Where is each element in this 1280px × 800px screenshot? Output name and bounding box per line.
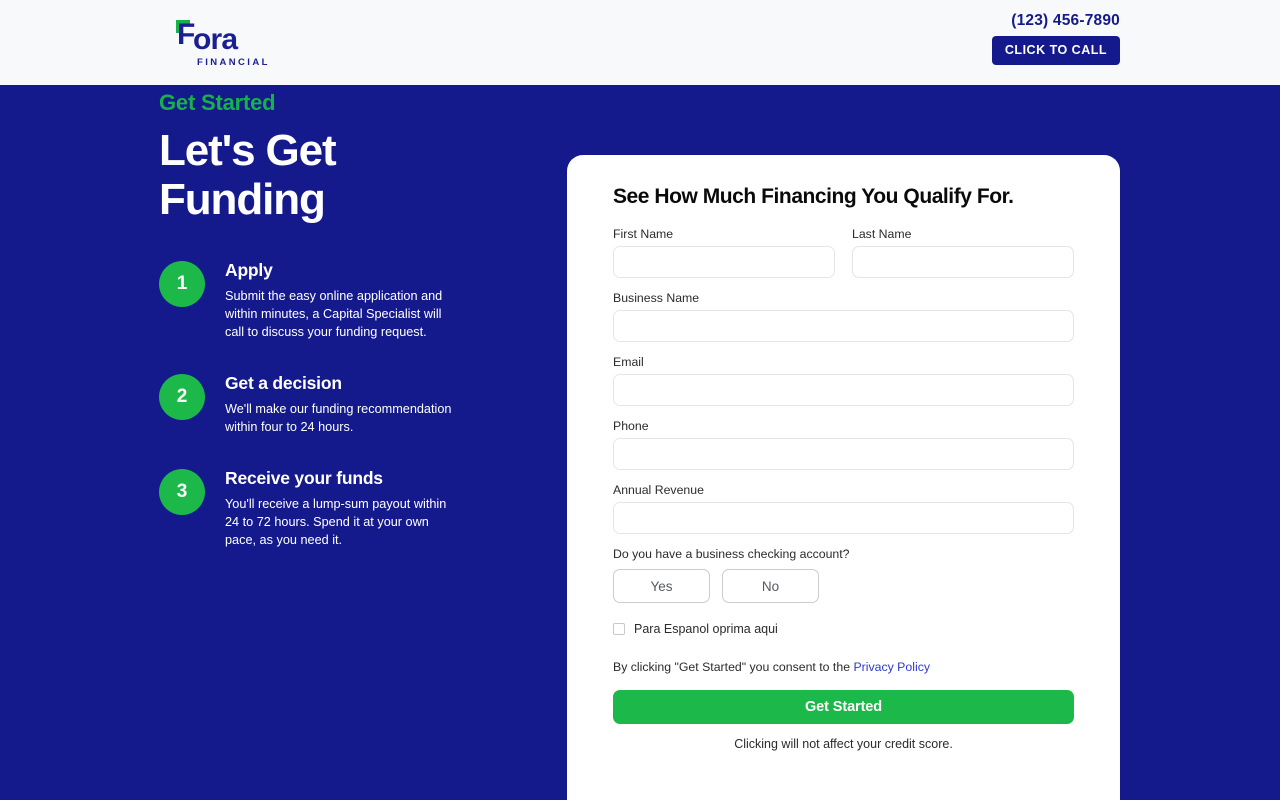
checking-account-yes-button[interactable]: Yes [613, 569, 710, 603]
phone-input[interactable] [613, 438, 1074, 470]
lead-form-card: See How Much Financing You Qualify For. … [567, 155, 1120, 800]
business-name-label: Business Name [613, 291, 700, 305]
consent-text: By clicking "Get Started" you consent to… [613, 660, 1074, 674]
logo-f-container: F [176, 18, 195, 51]
step-description: Submit the easy online application and w… [225, 288, 443, 339]
spanish-checkbox-label: Para Espanol oprima aqui [634, 622, 778, 636]
business-name-input[interactable] [613, 310, 1074, 342]
last-name-label: Last Name [852, 227, 912, 241]
step-title: Receive your funds [225, 467, 383, 488]
step-item: 1 Apply Submit the easy online applicati… [159, 258, 499, 341]
email-input[interactable] [613, 374, 1074, 406]
business-name-group: Business Name [613, 291, 1074, 342]
email-group: Email [613, 355, 1074, 406]
logo-wordmark: F ora [176, 18, 238, 56]
checking-account-no-button[interactable]: No [722, 569, 819, 603]
step-item: 2 Get a decision We'll make our funding … [159, 371, 499, 436]
step-body: Apply Submit the easy online application… [225, 258, 499, 341]
fora-financial-logo[interactable]: F ora FINANCIAL [176, 20, 270, 68]
step-title: Get a decision [225, 372, 342, 393]
credit-score-footnote: Clicking will not affect your credit sco… [734, 737, 953, 751]
checking-account-options: Yes No [613, 569, 1074, 603]
hero-eyebrow: Get Started [159, 90, 276, 115]
site-header: F ora FINANCIAL (123) 456-7890 CLICK TO … [0, 0, 1280, 85]
logo-letter-f: F [177, 18, 195, 51]
first-name-input[interactable] [613, 246, 835, 278]
hero-section: Get Started Let's Get Funding 1 Apply Su… [0, 85, 1280, 800]
name-row: First Name Last Name [613, 227, 1074, 278]
spanish-checkbox-row[interactable]: Para Espanol oprima aqui [613, 622, 1074, 636]
step-number-badge: 1 [159, 260, 205, 307]
privacy-policy-link[interactable]: Privacy Policy [853, 660, 930, 674]
step-body: Get a decision We'll make our funding re… [225, 371, 499, 436]
hero-title: Let's Get Funding [159, 126, 499, 225]
step-description: You'll receive a lump-sum payout within … [225, 496, 447, 547]
header-contact-group: (123) 456-7890 CLICK TO CALL [991, 12, 1120, 65]
checking-account-question: Do you have a business checking account? [613, 547, 850, 561]
step-number-badge: 2 [159, 373, 205, 420]
consent-prefix: By clicking "Get Started" you consent to… [613, 660, 854, 674]
step-number-badge: 3 [159, 468, 205, 515]
step-title: Apply [225, 259, 273, 280]
logo-subtitle: FINANCIAL [197, 57, 270, 68]
step-body: Receive your funds You'll receive a lump… [225, 466, 499, 549]
get-started-submit-button[interactable]: Get Started [613, 690, 1074, 724]
phone-label: Phone [613, 419, 649, 433]
step-description: We'll make our funding recommendation wi… [225, 401, 452, 434]
annual-revenue-group: Annual Revenue [613, 483, 1074, 534]
step-item: 3 Receive your funds You'll receive a lu… [159, 466, 499, 549]
spanish-checkbox[interactable] [613, 623, 625, 635]
logo-letters-ora: ora [193, 23, 238, 56]
last-name-input[interactable] [852, 246, 1074, 278]
steps-list: 1 Apply Submit the easy online applicati… [159, 258, 499, 549]
annual-revenue-label: Annual Revenue [613, 483, 704, 497]
hero-title-line-1: Let's Get [159, 126, 337, 175]
email-label: Email [613, 355, 644, 369]
first-name-group: First Name [613, 227, 835, 278]
last-name-group: Last Name [852, 227, 1074, 278]
hero-title-line-2: Funding [159, 175, 326, 225]
click-to-call-button[interactable]: CLICK TO CALL [991, 36, 1120, 65]
header-phone-number[interactable]: (123) 456-7890 [1011, 12, 1120, 30]
annual-revenue-input[interactable] [613, 502, 1074, 534]
phone-group: Phone [613, 419, 1074, 470]
hero-left-column: Get Started Let's Get Funding 1 Apply Su… [159, 90, 499, 579]
form-title: See How Much Financing You Qualify For. [613, 185, 1014, 208]
first-name-label: First Name [613, 227, 674, 241]
